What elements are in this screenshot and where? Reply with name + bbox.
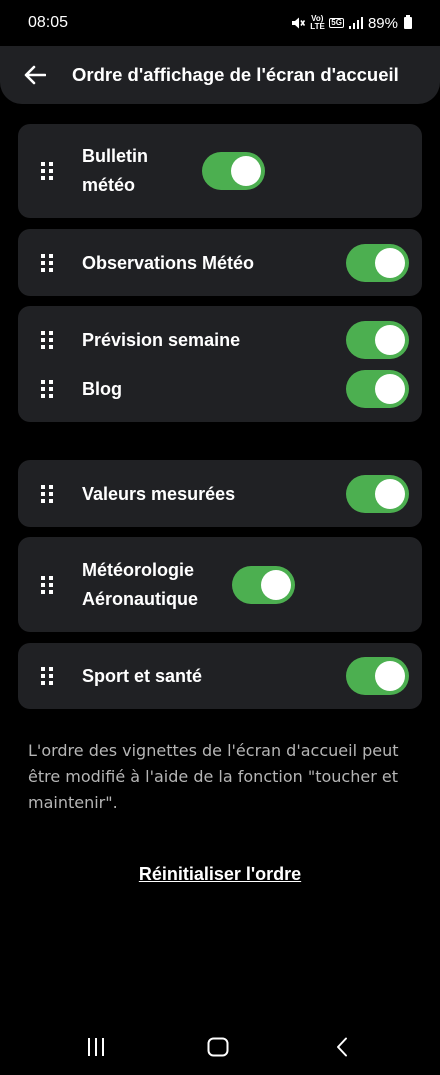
list-item-meteorologie-aeronautique[interactable]: Météorologie Aéronautique [18, 556, 422, 614]
toggle-knob [375, 479, 405, 509]
status-icons: Vo) LTE 5G 89% [291, 15, 412, 32]
list-item-prevision-semaine[interactable]: Prévision semaine [18, 321, 422, 359]
item-label: Sport et santé [82, 665, 203, 686]
recent-apps-button[interactable] [76, 1032, 116, 1062]
drag-handle-icon[interactable] [18, 331, 76, 349]
recent-apps-icon [88, 1038, 104, 1056]
drag-handle-icon[interactable] [18, 254, 76, 272]
volte-label: Vo) LTE [310, 14, 325, 31]
network-label: 5G [329, 18, 344, 28]
hint-text: L'ordre des vignettes de l'écran d'accue… [28, 741, 399, 812]
home-button[interactable] [198, 1032, 238, 1062]
visibility-toggle[interactable] [346, 370, 409, 408]
toggle-knob [375, 325, 405, 355]
item-label: Prévision semaine [82, 329, 241, 350]
list-item-sport-et-sante[interactable]: Sport et santé [18, 657, 422, 695]
list-item-blog[interactable]: Blog [18, 370, 422, 408]
toggle-knob [231, 156, 261, 186]
item-label: Observations Météo [82, 252, 255, 273]
arrow-left-icon [24, 65, 46, 85]
drag-handle-icon[interactable] [18, 667, 76, 685]
drag-handle-icon[interactable] [18, 576, 76, 594]
toggle-knob [375, 374, 405, 404]
list-item-bulletin-meteo[interactable]: Bulletin météo [18, 142, 422, 200]
status-time: 08:05 [28, 14, 69, 31]
visibility-toggle[interactable] [346, 475, 409, 513]
visibility-toggle[interactable] [346, 657, 409, 695]
drag-handle-icon[interactable] [18, 485, 76, 503]
system-nav-bar [0, 1020, 440, 1075]
app-header: Ordre d'affichage de l'écran d'accueil [0, 46, 440, 104]
back-chevron-icon [337, 1037, 347, 1057]
page-title: Ordre d'affichage de l'écran d'accueil [72, 64, 399, 85]
drag-handle-icon[interactable] [18, 380, 76, 398]
status-bar: 08:05 Vo) LTE 5G 89% [0, 0, 440, 46]
reset-order-link[interactable]: Réinitialiser l'ordre [0, 864, 440, 885]
toggle-knob [375, 248, 405, 278]
item-label: Météorologie Aéronautique [82, 560, 199, 609]
drag-handle-icon[interactable] [18, 162, 76, 180]
list-item-valeurs-mesurees[interactable]: Valeurs mesurées [18, 475, 422, 513]
list-item-observations-meteo[interactable]: Observations Météo [18, 244, 422, 282]
back-nav-button[interactable] [322, 1032, 362, 1062]
visibility-toggle[interactable] [232, 566, 295, 604]
battery-icon [404, 15, 412, 29]
item-label: Valeurs mesurées [82, 483, 236, 504]
toggle-knob [261, 570, 291, 600]
visibility-toggle[interactable] [346, 321, 409, 359]
back-button[interactable] [0, 46, 70, 104]
visibility-toggle[interactable] [202, 152, 265, 190]
toggle-knob [375, 661, 405, 691]
item-label: Blog [82, 378, 122, 399]
mute-icon [292, 17, 306, 29]
battery-percent: 89% [367, 14, 398, 32]
item-label: Bulletin météo [82, 146, 148, 195]
visibility-toggle[interactable] [346, 244, 409, 282]
home-icon [207, 1037, 229, 1057]
signal-icon [348, 17, 363, 29]
